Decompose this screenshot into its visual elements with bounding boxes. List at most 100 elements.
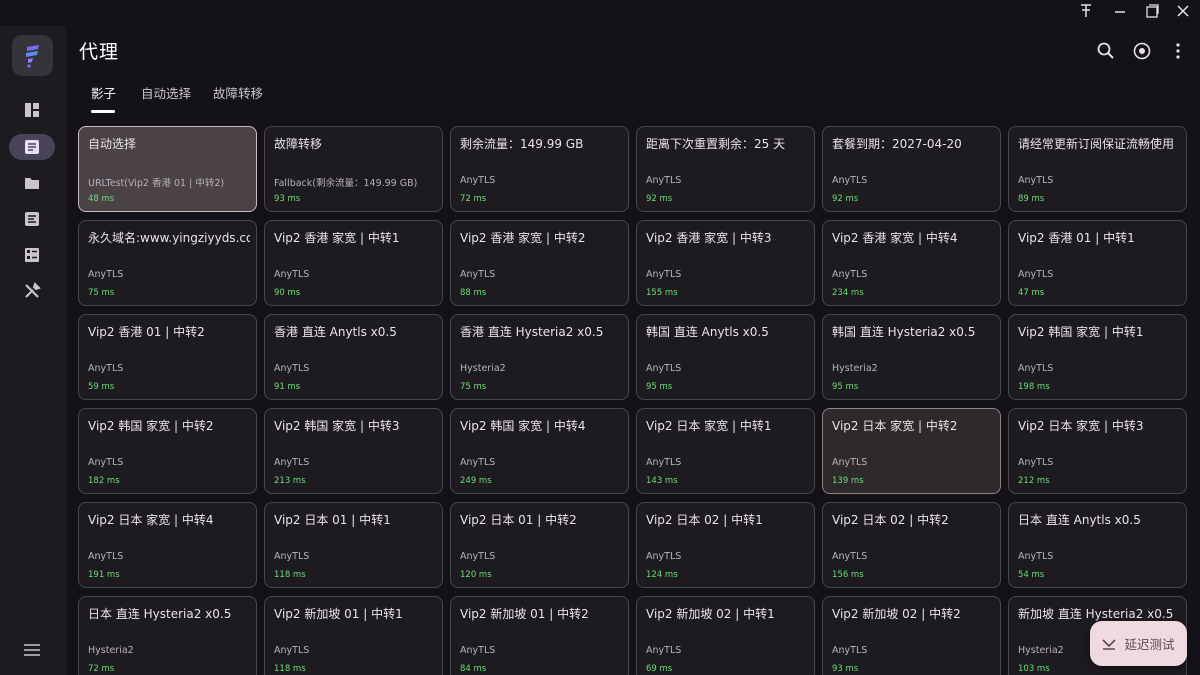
proxy-card[interactable]: Vip2 日本 家宽 | 中转2 AnyTLS 139 ms [822, 408, 1001, 494]
menu-icon[interactable] [18, 638, 46, 662]
proxy-delay: 198 ms [1018, 382, 1050, 392]
proxy-delay: 69 ms [646, 664, 673, 674]
proxy-delay: 59 ms [88, 382, 115, 392]
proxy-card[interactable]: Vip2 香港 01 | 中转2 AnyTLS 59 ms [78, 314, 257, 400]
proxy-card[interactable]: Vip2 日本 家宽 | 中转3 AnyTLS 212 ms [1008, 408, 1187, 494]
proxy-card[interactable]: Vip2 新加坡 02 | 中转1 AnyTLS 69 ms [636, 596, 815, 675]
tab-auto-select[interactable]: 自动选择 [141, 83, 191, 113]
proxy-type: URLTest(Vip2 香港 01 | 中转2) [88, 178, 225, 189]
proxy-type: Fallback(剩余流量：149.99 GB) [274, 178, 418, 189]
proxy-card[interactable]: Vip2 韩国 家宽 | 中转4 AnyTLS 249 ms [450, 408, 629, 494]
proxy-card[interactable]: 香港 直连 Anytls x0.5 AnyTLS 91 ms [264, 314, 443, 400]
maximize-icon[interactable] [1135, 0, 1169, 22]
proxy-card[interactable]: Vip2 日本 02 | 中转2 AnyTLS 156 ms [822, 502, 1001, 588]
proxy-delay: 84 ms [460, 664, 487, 674]
proxy-card[interactable]: 香港 直连 Hysteria2 x0.5 Hysteria2 75 ms [450, 314, 629, 400]
proxy-card[interactable]: 请经常更新订阅保证流畅使用 AnyTLS 89 ms [1008, 126, 1187, 212]
proxy-name: Vip2 香港 01 | 中转1 [1018, 231, 1135, 245]
proxy-delay: 72 ms [88, 664, 115, 674]
delay-test-button[interactable]: 延迟测试 [1090, 621, 1187, 666]
proxy-type: AnyTLS [1018, 457, 1054, 468]
proxy-name: Vip2 韩国 家宽 | 中转1 [1018, 325, 1144, 339]
proxy-card[interactable]: 自动选择 URLTest(Vip2 香港 01 | 中转2) 48 ms [78, 126, 257, 212]
proxy-type: AnyTLS [460, 175, 496, 186]
proxy-name: 套餐到期：2027-04-20 [832, 137, 962, 151]
pin-icon[interactable] [1069, 0, 1103, 22]
proxy-delay: 103 ms [1018, 664, 1050, 674]
proxy-name: Vip2 日本 家宽 | 中转2 [832, 419, 958, 433]
sidebar-item-tools[interactable] [9, 278, 55, 304]
proxy-card[interactable]: 剩余流量：149.99 GB AnyTLS 72 ms [450, 126, 629, 212]
proxy-card[interactable]: Vip2 香港 家宽 | 中转3 AnyTLS 155 ms [636, 220, 815, 306]
proxy-delay: 213 ms [274, 476, 306, 486]
proxy-card[interactable]: Vip2 日本 02 | 中转1 AnyTLS 124 ms [636, 502, 815, 588]
proxy-type: AnyTLS [274, 457, 310, 468]
search-icon[interactable] [1093, 38, 1119, 64]
proxy-type: AnyTLS [646, 175, 682, 186]
proxy-delay: 156 ms [832, 570, 864, 580]
proxy-name: Vip2 韩国 家宽 | 中转4 [460, 419, 586, 433]
proxy-card[interactable]: Vip2 新加坡 01 | 中转2 AnyTLS 84 ms [450, 596, 629, 675]
proxy-card[interactable]: Vip2 香港 家宽 | 中转4 AnyTLS 234 ms [822, 220, 1001, 306]
resources-icon [25, 248, 39, 262]
proxy-name: Vip2 日本 01 | 中转2 [460, 513, 577, 527]
proxy-type: AnyTLS [88, 363, 124, 374]
proxy-card[interactable]: Vip2 香港 家宽 | 中转1 AnyTLS 90 ms [264, 220, 443, 306]
proxy-card[interactable]: 套餐到期：2027-04-20 AnyTLS 92 ms [822, 126, 1001, 212]
proxy-name: Vip2 日本 01 | 中转1 [274, 513, 391, 527]
proxy-name: 日本 直连 Anytls x0.5 [1018, 513, 1141, 527]
proxy-delay: 93 ms [274, 194, 301, 204]
proxies-icon [25, 140, 39, 154]
proxy-card[interactable]: 故障转移 Fallback(剩余流量：149.99 GB) 93 ms [264, 126, 443, 212]
proxy-name: Vip2 日本 02 | 中转2 [832, 513, 949, 527]
more-vert-icon[interactable] [1165, 38, 1191, 64]
close-icon[interactable] [1166, 0, 1200, 22]
proxy-card[interactable]: 日本 直连 Hysteria2 x0.5 Hysteria2 72 ms [78, 596, 257, 675]
proxy-delay: 92 ms [646, 194, 673, 204]
proxy-card[interactable]: 距离下次重置剩余：25 天 AnyTLS 92 ms [636, 126, 815, 212]
proxy-card[interactable]: Vip2 日本 01 | 中转2 AnyTLS 120 ms [450, 502, 629, 588]
proxy-card[interactable]: Vip2 日本 家宽 | 中转4 AnyTLS 191 ms [78, 502, 257, 588]
proxy-card[interactable]: Vip2 新加坡 01 | 中转1 AnyTLS 118 ms [264, 596, 443, 675]
proxy-type: AnyTLS [460, 645, 496, 656]
proxy-name: 新加坡 直连 Hysteria2 x0.5 [1018, 607, 1174, 621]
proxy-card[interactable]: Vip2 日本 家宽 | 中转1 AnyTLS 143 ms [636, 408, 815, 494]
proxy-card[interactable]: Vip2 香港 家宽 | 中转2 AnyTLS 88 ms [450, 220, 629, 306]
delay-test-label: 延迟测试 [1124, 637, 1175, 652]
tab-yingzi[interactable]: 影子 [91, 83, 116, 113]
target-icon[interactable] [1129, 38, 1155, 64]
proxy-card[interactable]: Vip2 新加坡 02 | 中转2 AnyTLS 93 ms [822, 596, 1001, 675]
proxy-type: AnyTLS [832, 457, 868, 468]
proxy-card[interactable]: Vip2 韩国 家宽 | 中转2 AnyTLS 182 ms [78, 408, 257, 494]
tab-indicator [91, 110, 115, 113]
proxy-type: AnyTLS [1018, 363, 1054, 374]
sidebar-item-requests[interactable] [9, 206, 55, 232]
sidebar-item-resources[interactable] [9, 242, 55, 268]
proxy-card[interactable]: Vip2 香港 01 | 中转1 AnyTLS 47 ms [1008, 220, 1187, 306]
minimize-icon[interactable] [1103, 0, 1137, 22]
proxy-delay: 143 ms [646, 476, 678, 486]
proxy-card[interactable]: 韩国 直连 Anytls x0.5 AnyTLS 95 ms [636, 314, 815, 400]
proxy-name: 韩国 直连 Anytls x0.5 [646, 325, 769, 339]
proxy-type: AnyTLS [88, 551, 124, 562]
proxy-card[interactable]: Vip2 韩国 家宽 | 中转3 AnyTLS 213 ms [264, 408, 443, 494]
proxy-type: AnyTLS [646, 551, 682, 562]
proxy-delay: 212 ms [1018, 476, 1050, 486]
proxy-card[interactable]: Vip2 韩国 家宽 | 中转1 AnyTLS 198 ms [1008, 314, 1187, 400]
proxy-delay: 124 ms [646, 570, 678, 580]
tab-fallback[interactable]: 故障转移 [213, 83, 263, 113]
proxy-name: Vip2 新加坡 01 | 中转1 [274, 607, 403, 621]
proxy-name: Vip2 香港 家宽 | 中转3 [646, 231, 772, 245]
sidebar-item-proxies[interactable] [9, 134, 55, 160]
sidebar-item-profiles[interactable] [9, 170, 55, 196]
proxy-card[interactable]: 韩国 直连 Hysteria2 x0.5 Hysteria2 95 ms [822, 314, 1001, 400]
sidebar-item-dashboard[interactable] [9, 97, 55, 123]
proxy-card[interactable]: Vip2 日本 01 | 中转1 AnyTLS 118 ms [264, 502, 443, 588]
proxy-delay: 91 ms [274, 382, 301, 392]
proxy-type: AnyTLS [460, 269, 496, 280]
proxy-card[interactable]: 日本 直连 Anytls x0.5 AnyTLS 54 ms [1008, 502, 1187, 588]
folder-icon [25, 178, 39, 189]
dashboard-icon [25, 103, 39, 117]
proxy-card[interactable]: 永久域名:www.yingziyyds.com AnyTLS 75 ms [78, 220, 257, 306]
proxy-type: AnyTLS [646, 457, 682, 468]
